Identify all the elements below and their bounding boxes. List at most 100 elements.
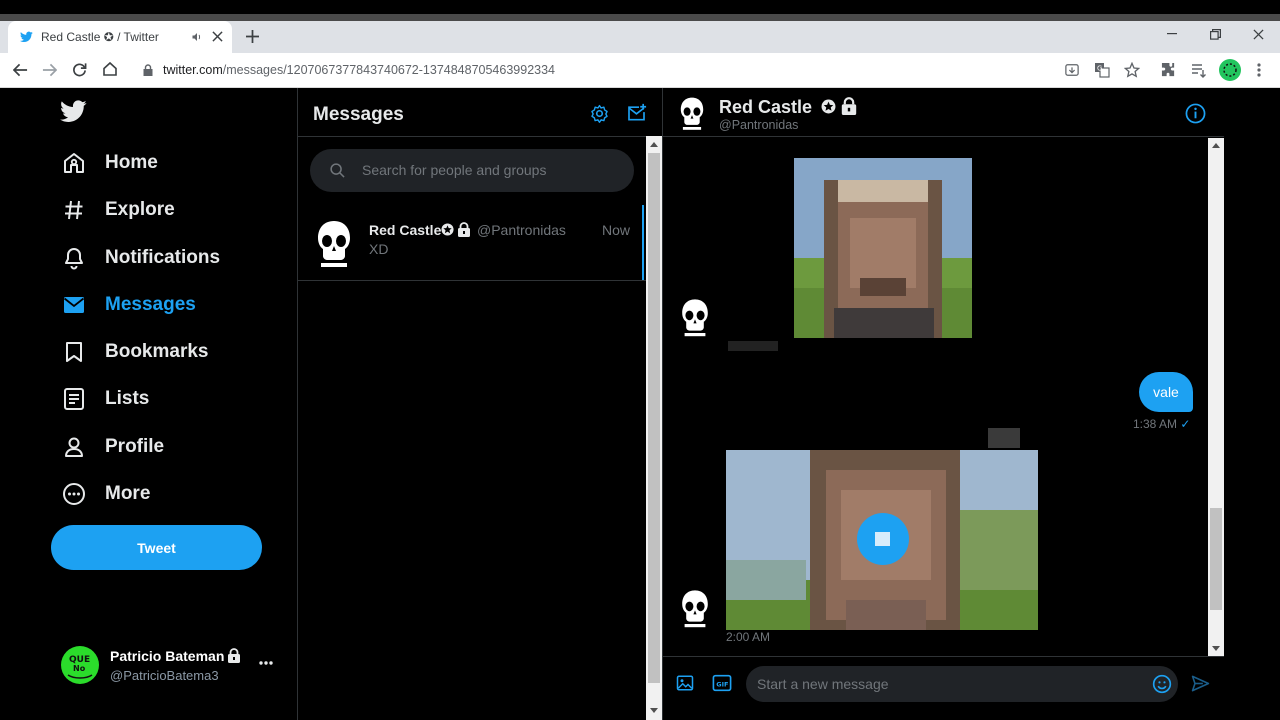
- browser-tab[interactable]: Red Castle ✪ / Twitter: [8, 21, 232, 53]
- sent-message-time: 1:38 AM ✓: [1133, 417, 1190, 431]
- chat-name: Red Castle: [719, 97, 813, 117]
- scroll-down-icon[interactable]: [1212, 646, 1220, 651]
- search-icon: [330, 163, 345, 178]
- url-field[interactable]: twitter.com/messages/1207067377843740672…: [163, 63, 555, 77]
- home-page-icon[interactable]: [102, 61, 118, 77]
- divider: [297, 88, 298, 720]
- sender-avatar: [682, 590, 708, 628]
- account-more-icon[interactable]: [259, 661, 273, 665]
- new-tab-icon[interactable]: [246, 30, 259, 43]
- nav-explore-label: Explore: [105, 199, 175, 220]
- window-close-icon[interactable]: [1253, 29, 1264, 40]
- gif-icon[interactable]: GIF: [712, 674, 732, 692]
- conversation-time: Now: [602, 222, 631, 238]
- search-input[interactable]: Search for people and groups: [310, 149, 634, 192]
- scrollbar-thumb[interactable]: [648, 153, 660, 683]
- browser-menu-icon[interactable]: [1257, 63, 1261, 77]
- scrollbar-thumb[interactable]: [1210, 508, 1222, 610]
- conversation-item[interactable]: Red Castle @Pantronidas Now XD: [298, 205, 646, 280]
- restore-icon[interactable]: [1210, 29, 1221, 40]
- skull-avatar: [318, 221, 350, 267]
- sender-avatar: [682, 299, 708, 337]
- bookmark-icon: [60, 338, 88, 366]
- protected-lock-icon: [841, 97, 857, 115]
- bookmark-star-icon[interactable]: [1124, 62, 1140, 78]
- scroll-down-icon[interactable]: [650, 708, 658, 713]
- window-frame: [0, 14, 1280, 21]
- nav-notifications-label: Notifications: [105, 247, 221, 268]
- account-name: Patricio Bateman: [110, 648, 225, 664]
- profile-avatar-icon[interactable]: [1219, 59, 1241, 81]
- scroll-up-icon[interactable]: [1212, 143, 1220, 148]
- home-icon: [60, 149, 88, 177]
- hashtag-icon: [60, 196, 88, 224]
- url-path: /messages/1207067377843740672-1374848705…: [222, 63, 556, 77]
- person-icon: [60, 433, 88, 461]
- play-icon[interactable]: [875, 532, 890, 546]
- search-placeholder: Search for people and groups: [362, 162, 547, 178]
- new-message-icon[interactable]: [626, 103, 647, 123]
- nav-explore[interactable]: Explore: [60, 190, 175, 230]
- sent-time-text: 1:38 AM: [1133, 417, 1178, 431]
- conversation-list-scrollbar[interactable]: [646, 136, 662, 720]
- tab-audio-icon[interactable]: [191, 31, 203, 43]
- chat-scrollbar[interactable]: [1208, 138, 1224, 656]
- address-bar: twitter.com/messages/1207067377843740672…: [0, 53, 1280, 88]
- tab-close-icon[interactable]: [212, 31, 223, 42]
- avatar: QUENo: [61, 646, 99, 684]
- nav-more-label: More: [105, 483, 151, 504]
- conversation-preview: XD: [369, 241, 389, 257]
- nav-more[interactable]: More: [60, 474, 150, 514]
- chat-header-avatar[interactable]: [678, 96, 706, 130]
- reload-icon[interactable]: [72, 62, 87, 77]
- received-photo[interactable]: [794, 158, 972, 338]
- protected-lock-icon: [458, 222, 470, 237]
- conversation-handle: @Pantronidas: [477, 222, 566, 238]
- bell-icon: [60, 244, 88, 272]
- nav-messages[interactable]: Messages: [60, 285, 196, 325]
- sent-message-bubble[interactable]: vale: [1139, 372, 1193, 412]
- minimize-icon[interactable]: [1167, 33, 1177, 35]
- reading-list-icon[interactable]: [1191, 62, 1207, 78]
- protected-lock-icon: [228, 648, 240, 663]
- translate-icon[interactable]: G: [1094, 62, 1110, 78]
- url-host: twitter.com: [163, 63, 223, 77]
- nav-profile[interactable]: Profile: [60, 427, 164, 467]
- nav-notifications[interactable]: Notifications: [60, 238, 220, 278]
- chat-handle: @Pantronidas: [719, 118, 799, 132]
- nav-lists[interactable]: Lists: [60, 379, 149, 419]
- nav-home[interactable]: Home: [60, 143, 158, 183]
- send-icon[interactable]: [1191, 674, 1210, 693]
- more-circle-icon: [60, 480, 88, 508]
- emoji-icon[interactable]: [1152, 674, 1172, 694]
- twitter-logo-icon[interactable]: [60, 100, 87, 123]
- messages-title: Messages: [313, 104, 404, 125]
- nav-bookmarks[interactable]: Bookmarks: [60, 332, 209, 372]
- account-handle: @PatricioBatema3: [110, 668, 219, 683]
- extensions-icon[interactable]: [1161, 62, 1176, 77]
- conversation-info-icon[interactable]: [1185, 103, 1206, 124]
- settings-gear-icon[interactable]: [590, 104, 609, 123]
- video-message-time: 2:00 AM: [726, 630, 771, 644]
- tweet-button[interactable]: Tweet: [51, 525, 262, 570]
- window-top-bar: [0, 0, 1280, 14]
- received-video[interactable]: [726, 450, 1038, 630]
- divider: [298, 136, 662, 137]
- media-upload-icon[interactable]: [676, 674, 694, 692]
- forward-icon[interactable]: [42, 63, 57, 77]
- divider: [663, 656, 1224, 657]
- divider: [663, 136, 1224, 137]
- lock-icon[interactable]: [143, 64, 153, 76]
- nav-messages-label: Messages: [105, 294, 196, 315]
- install-app-icon[interactable]: [1065, 63, 1079, 77]
- account-switcher[interactable]: QUE No Patricio Bateman @PatricioBatema3: [60, 643, 285, 688]
- nav-lists-label: Lists: [105, 388, 150, 409]
- twitter-favicon-icon: [20, 31, 33, 43]
- divider: [662, 88, 663, 720]
- composer-placeholder: Start a new message: [757, 676, 889, 692]
- scroll-up-icon[interactable]: [650, 142, 658, 147]
- message-composer[interactable]: Start a new message: [746, 666, 1178, 702]
- svg-text:GIF: GIF: [716, 680, 728, 688]
- verified-star-icon: [441, 223, 454, 236]
- back-icon[interactable]: [13, 63, 28, 77]
